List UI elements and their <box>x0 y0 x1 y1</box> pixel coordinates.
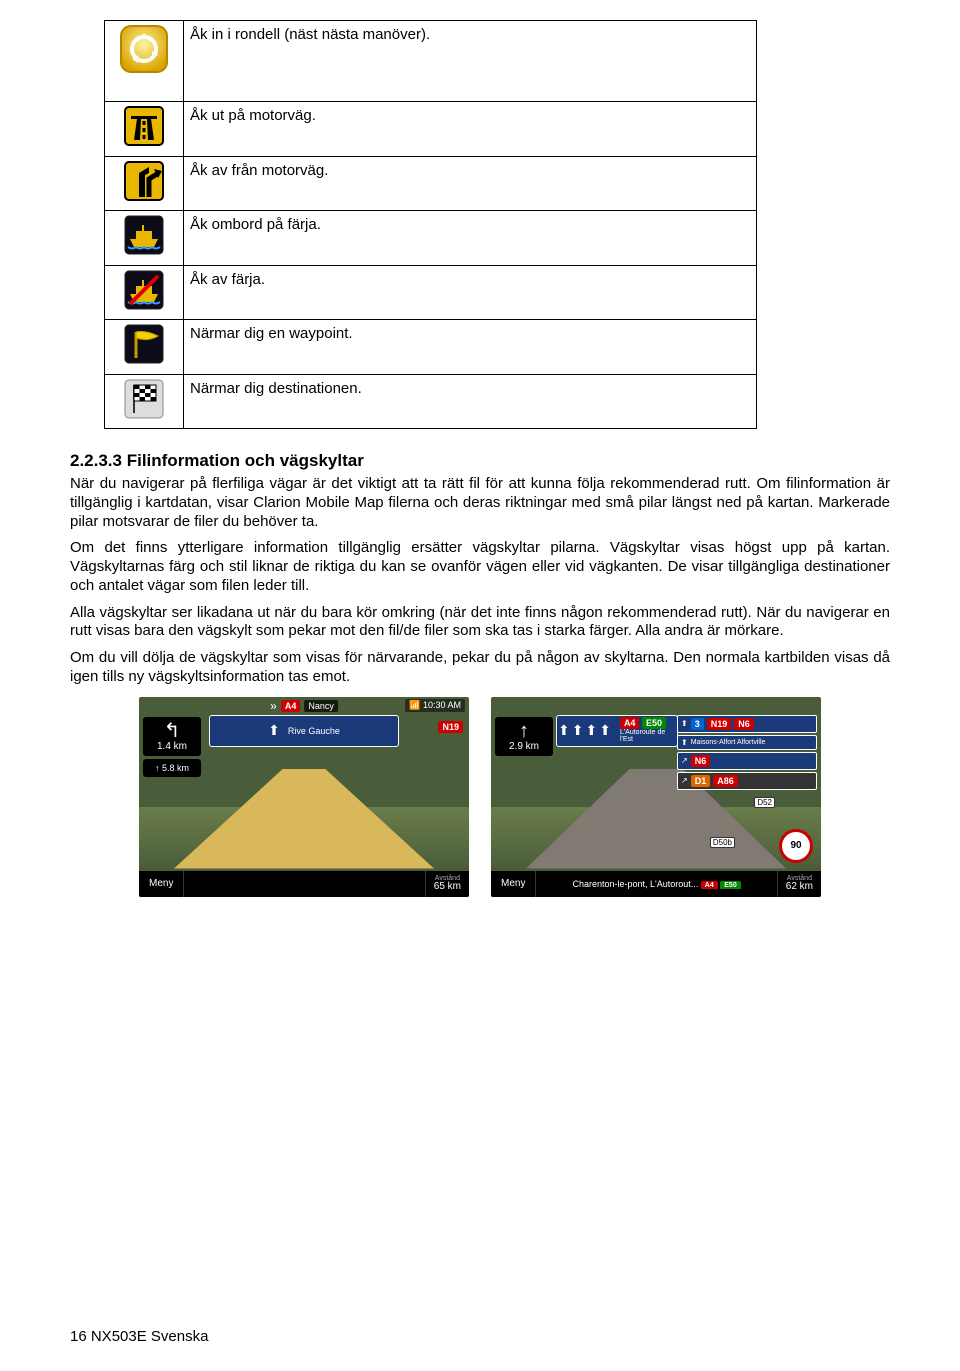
nav-screenshot-1: » A4 Nancy 📶 10:30 AM N19 ↰ 1.4 km ↑ 5.8… <box>139 697 469 897</box>
ferry-leave-icon <box>124 270 164 310</box>
shot1-topbar: » A4 Nancy <box>270 699 338 713</box>
row-text: Åk in i rondell (näst nästa manöver). <box>184 21 757 102</box>
bend-arrow-icon: ↗ <box>681 756 688 765</box>
bottom-bar: Meny Charenton-le-pont, L'Autorout... A4… <box>491 871 821 897</box>
up-arrow-icon: ⬆ <box>268 722 280 739</box>
row-text: Åk av färja. <box>184 265 757 320</box>
up-arrow-icon: ⬆ <box>681 719 688 728</box>
row-text: Åk ut på motorväg. <box>184 102 757 157</box>
bend-arrow-icon: ↗ <box>681 776 688 785</box>
menu-button[interactable]: Meny <box>491 871 536 897</box>
row-text: Närmar dig destinationen. <box>184 374 757 429</box>
next2-distance: 5.8 km <box>162 763 189 773</box>
next-turn-distance: 2.9 km <box>495 741 553 752</box>
lane-arrows: ⬆⬆⬆⬆ <box>557 722 612 739</box>
bottom-bar: Meny Avstånd 65 km <box>139 871 469 897</box>
up-arrow-icon: ⬆ <box>681 738 688 747</box>
motorway-exit-icon <box>124 161 164 201</box>
menu-button[interactable]: Meny <box>139 871 184 897</box>
icon-roundabout <box>105 21 184 102</box>
distance-readout: Avstånd 65 km <box>425 871 469 897</box>
turn-preview: ↑ 2.9 km <box>495 717 553 759</box>
icon-enter-motorway <box>105 102 184 157</box>
paragraph-1: När du navigerar på flerfiliga vägar är … <box>70 475 890 531</box>
roundabout-icon <box>120 25 168 73</box>
clock: 📶 10:30 AM <box>405 699 465 712</box>
turn-arrow-icon: ↰ <box>143 721 201 741</box>
lane-sign: ⬆ Rive Gauche <box>209 715 399 747</box>
waypoint-flag-icon <box>124 324 164 364</box>
paragraph-3: Alla vägskyltar ser likadana ut när du b… <box>70 604 890 642</box>
nav-screenshots: » A4 Nancy 📶 10:30 AM N19 ↰ 1.4 km ↑ 5.8… <box>70 697 890 897</box>
speed-limit: 90 <box>779 829 813 863</box>
row-text: Närmar dig en waypoint. <box>184 320 757 375</box>
lane-signs-right: ⬆ 3 N19 N6 ⬆ Maisons-Alfort Alfortville … <box>677 715 817 792</box>
icon-exit-motorway <box>105 156 184 211</box>
road-badge-right: N19 <box>438 717 463 735</box>
icon-board-ferry <box>105 211 184 266</box>
arrow-icon: ↑ <box>155 763 160 773</box>
turn-preview: ↰ 1.4 km ↑ 5.8 km <box>143 717 201 780</box>
paragraph-2: Om det finns ytterligare information til… <box>70 539 890 595</box>
route-badge: A4 <box>281 700 301 712</box>
maneuver-icon-table: Åk in i rondell (näst nästa manöver). Å <box>104 20 757 429</box>
nav-screenshot-2: ⬆⬆⬆⬆ A4 E50 L'Autoroute de l'Est ⬆ 3 N19… <box>491 697 821 897</box>
street-sign: D52 <box>754 797 775 808</box>
ferry-board-icon <box>124 215 164 255</box>
icon-waypoint <box>105 320 184 375</box>
destination-flag-icon <box>124 379 164 419</box>
row-text: Åk av från motorväg. <box>184 156 757 211</box>
paragraph-4: Om du vill dölja de vägskyltar som visas… <box>70 649 890 687</box>
lane-sign-left: ⬆⬆⬆⬆ A4 E50 L'Autoroute de l'Est <box>556 715 678 747</box>
icon-leave-ferry <box>105 265 184 320</box>
page-footer: 16 NX503E Svenska <box>70 1328 208 1345</box>
dest-label: Nancy <box>304 700 338 712</box>
motorway-enter-icon <box>124 106 164 146</box>
row-text: Åk ombord på färja. <box>184 211 757 266</box>
current-street: Charenton-le-pont, L'Autorout... A4 E50 <box>536 879 776 889</box>
turn-arrow-icon: ↑ <box>495 721 553 741</box>
street-sign: D50b <box>710 837 735 848</box>
next-turn-distance: 1.4 km <box>143 741 201 752</box>
section-heading: 2.2.3.3 Filinformation och vägskyltar <box>70 451 890 471</box>
icon-destination <box>105 374 184 429</box>
distance-readout: Avstånd 62 km <box>777 871 821 897</box>
